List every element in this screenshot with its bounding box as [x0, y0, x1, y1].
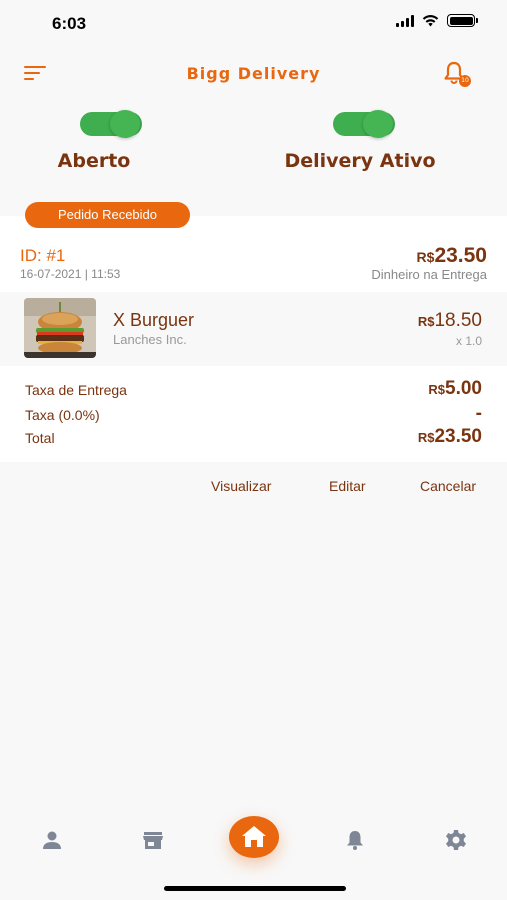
item-name: X Burguer [113, 310, 195, 330]
wifi-icon [422, 15, 439, 27]
order-datetime: 16-07-2021 | 11:53 [20, 267, 121, 281]
notification-bell-button[interactable]: 10 [443, 61, 471, 87]
nav-notifications[interactable] [343, 828, 367, 852]
store-icon [143, 832, 163, 849]
view-button[interactable]: Visualizar [211, 478, 271, 494]
status-time: 6:03 [52, 14, 87, 33]
notification-badge: 10 [459, 75, 471, 87]
profile-icon [43, 831, 61, 849]
order-status-badge: Pedido Recebido [25, 202, 190, 228]
payment-method: Dinheiro na Entrega [371, 267, 487, 282]
nav-store[interactable] [141, 828, 165, 852]
order-actions: Visualizar Editar Cancelar [0, 478, 507, 498]
delivery-ativo-label: Delivery Ativo [284, 150, 436, 172]
order-card[interactable]: ID: #1 16-07-2021 | 11:53 R$23.50 Dinhei… [0, 216, 507, 462]
aberto-label: Aberto [57, 150, 131, 172]
burger-image [24, 298, 96, 358]
cancel-button[interactable]: Cancelar [420, 478, 476, 494]
battery-icon [447, 14, 478, 27]
edit-button[interactable]: Editar [329, 478, 366, 494]
delivery-ativo-toggle[interactable] [333, 110, 395, 138]
item-price: R$18.50 [417, 310, 482, 331]
nav-profile[interactable] [40, 828, 64, 852]
bell-icon [347, 831, 363, 850]
home-icon [242, 826, 266, 847]
top-bar: Bigg Delivery 10 [0, 56, 507, 92]
nav-settings[interactable] [444, 828, 468, 852]
gear-icon [446, 830, 466, 850]
nav-home[interactable] [229, 816, 279, 858]
order-id: ID: #1 [20, 246, 66, 265]
order-total: R$23.50 [416, 244, 487, 267]
fee-row-delivery: Taxa de Entrega R$5.00 [25, 378, 482, 399]
app-title: Bigg Delivery [186, 64, 321, 83]
item-quantity: x 1.0 [455, 334, 482, 348]
bottom-nav [0, 814, 507, 870]
home-indicator [164, 886, 346, 891]
aberto-toggle[interactable] [80, 110, 142, 138]
fee-row-total: Total R$23.50 [25, 426, 482, 447]
order-item-row: X Burguer Lanches Inc. R$18.50 x 1.0 [0, 292, 507, 366]
status-icons [396, 14, 478, 27]
status-bar: 6:03 [0, 0, 507, 48]
signal-icon [396, 14, 414, 27]
item-store: Lanches Inc. [113, 332, 187, 347]
